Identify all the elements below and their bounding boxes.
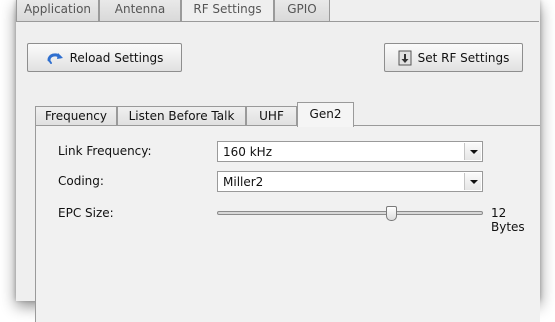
chevron-down-icon[interactable] (464, 173, 481, 190)
link-frequency-label: Link Frequency: (58, 144, 152, 158)
epc-size-value: 12 Bytes (491, 206, 525, 234)
rf-settings-panel: Reload Settings Set RF Settings Frequenc… (16, 21, 540, 322)
gen2-panel: Link Frequency: 160 kHz Coding: Miller2 … (35, 125, 540, 322)
tab-frequency[interactable]: Frequency (35, 106, 117, 127)
set-rf-settings-button[interactable]: Set RF Settings (384, 43, 523, 72)
chevron-down-icon[interactable] (464, 143, 481, 160)
link-frequency-value: 160 kHz (223, 145, 272, 159)
top-tab-bar: Application Antenna RF Settings GPIO (16, 0, 540, 22)
tab-uhf[interactable]: UHF (246, 106, 297, 127)
coding-value: Miller2 (223, 175, 264, 189)
link-frequency-select[interactable]: 160 kHz (217, 141, 483, 162)
slider-handle[interactable] (386, 206, 397, 221)
epc-size-label: EPC Size: (58, 206, 114, 220)
tab-gen2[interactable]: Gen2 (297, 102, 354, 127)
settings-window: Application Antenna RF Settings GPIO Rel… (16, 0, 540, 322)
coding-label: Coding: (58, 174, 104, 188)
epc-size-slider[interactable] (217, 206, 483, 221)
inner-tab-bar: Frequency Listen Before Talk UHF Gen2 (35, 102, 515, 127)
download-icon (398, 50, 412, 65)
coding-select[interactable]: Miller2 (217, 171, 483, 192)
tab-application[interactable]: Application (16, 0, 99, 22)
tab-antenna[interactable]: Antenna (99, 0, 181, 22)
tab-gpio[interactable]: GPIO (274, 0, 330, 22)
reload-settings-button[interactable]: Reload Settings (27, 43, 182, 72)
tab-rf-settings[interactable]: RF Settings (181, 0, 274, 22)
tab-listen-before-talk[interactable]: Listen Before Talk (117, 106, 246, 127)
reload-icon (47, 52, 63, 64)
